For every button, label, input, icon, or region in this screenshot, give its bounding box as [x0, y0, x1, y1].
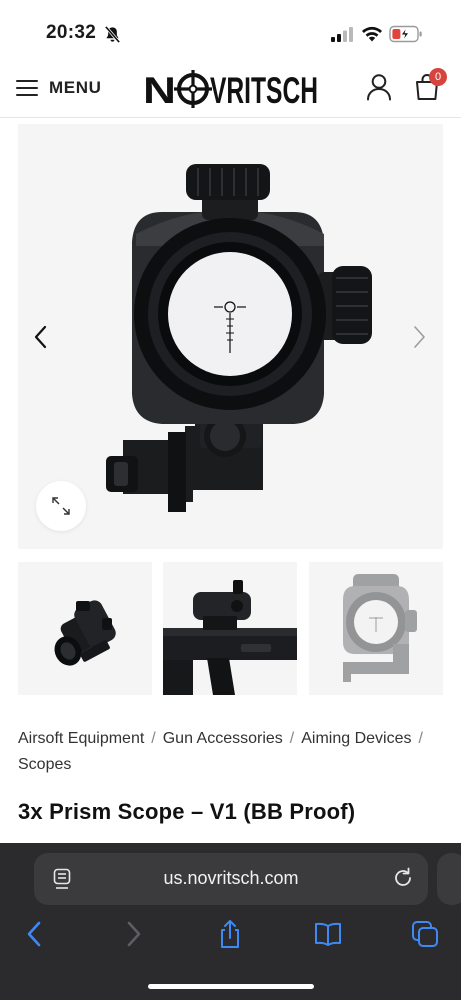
- thumbnail-strip: [18, 562, 443, 695]
- status-time: 20:32: [46, 22, 97, 43]
- prism-scope-angled-view: [54, 600, 116, 666]
- expand-icon: [52, 497, 70, 515]
- chevron-left-icon[interactable]: [32, 324, 50, 350]
- breadcrumb-aiming-devices[interactable]: Aiming Devices: [301, 730, 411, 747]
- status-bar: 20:32: [0, 0, 461, 62]
- product-title: 3x Prism Scope – V1 (BB Proof): [18, 799, 356, 824]
- site-header: MENU N VRITSCH: [0, 62, 461, 118]
- breadcrumb-airsoft-equipment[interactable]: Airsoft Equipment: [18, 730, 144, 747]
- account-icon[interactable]: [366, 73, 392, 101]
- novritsch-logo[interactable]: N VRITSCH: [142, 70, 320, 108]
- breadcrumb-gun-accessories[interactable]: Gun Accessories: [163, 730, 283, 747]
- back-icon[interactable]: [20, 919, 50, 949]
- menu-button[interactable]: MENU: [16, 74, 101, 102]
- breadcrumb-separator: /: [289, 730, 295, 747]
- home-indicator: [148, 984, 314, 989]
- prism-scope-mounted-on-rifle: [163, 580, 297, 695]
- cart-count-badge: 0: [429, 68, 447, 86]
- breadcrumb: Airsoft Equipment / Gun Accessories / Aiming…: [18, 726, 443, 778]
- thumbnail-3[interactable]: [309, 562, 443, 695]
- reload-icon[interactable]: [392, 867, 414, 889]
- svg-text:VRITSCH: VRITSCH: [210, 70, 318, 108]
- cellular-signal-icon: [331, 27, 353, 42]
- prism-scope-front-view: [106, 164, 372, 512]
- breadcrumb-separator: /: [418, 730, 423, 747]
- bookmarks-icon[interactable]: [313, 919, 343, 949]
- tabs-icon[interactable]: [410, 919, 440, 949]
- bell-slash-icon: [104, 25, 121, 44]
- wifi-icon: [362, 26, 382, 42]
- battery-charging-icon: [389, 25, 422, 43]
- chevron-right-icon[interactable]: [410, 324, 428, 350]
- browser-toolbar: us.novritsch.com: [0, 843, 461, 1000]
- breadcrumb-separator: /: [151, 730, 156, 747]
- address-bar[interactable]: us.novritsch.com: [34, 853, 428, 905]
- svg-text:N: N: [143, 70, 176, 108]
- zoom-button[interactable]: [36, 481, 86, 531]
- forward-icon[interactable]: [118, 919, 148, 949]
- thumbnail-1[interactable]: [18, 562, 152, 695]
- prism-scope-front-view: [343, 574, 417, 682]
- next-tab-preview[interactable]: [437, 853, 461, 905]
- menu-label: MENU: [49, 78, 102, 97]
- url-text: us.novritsch.com: [163, 868, 299, 888]
- share-icon[interactable]: [215, 919, 245, 949]
- hamburger-menu-icon: [16, 80, 38, 96]
- thumbnail-2[interactable]: [163, 562, 297, 695]
- breadcrumb-scopes[interactable]: Scopes: [18, 756, 71, 773]
- product-main-image[interactable]: [18, 124, 443, 549]
